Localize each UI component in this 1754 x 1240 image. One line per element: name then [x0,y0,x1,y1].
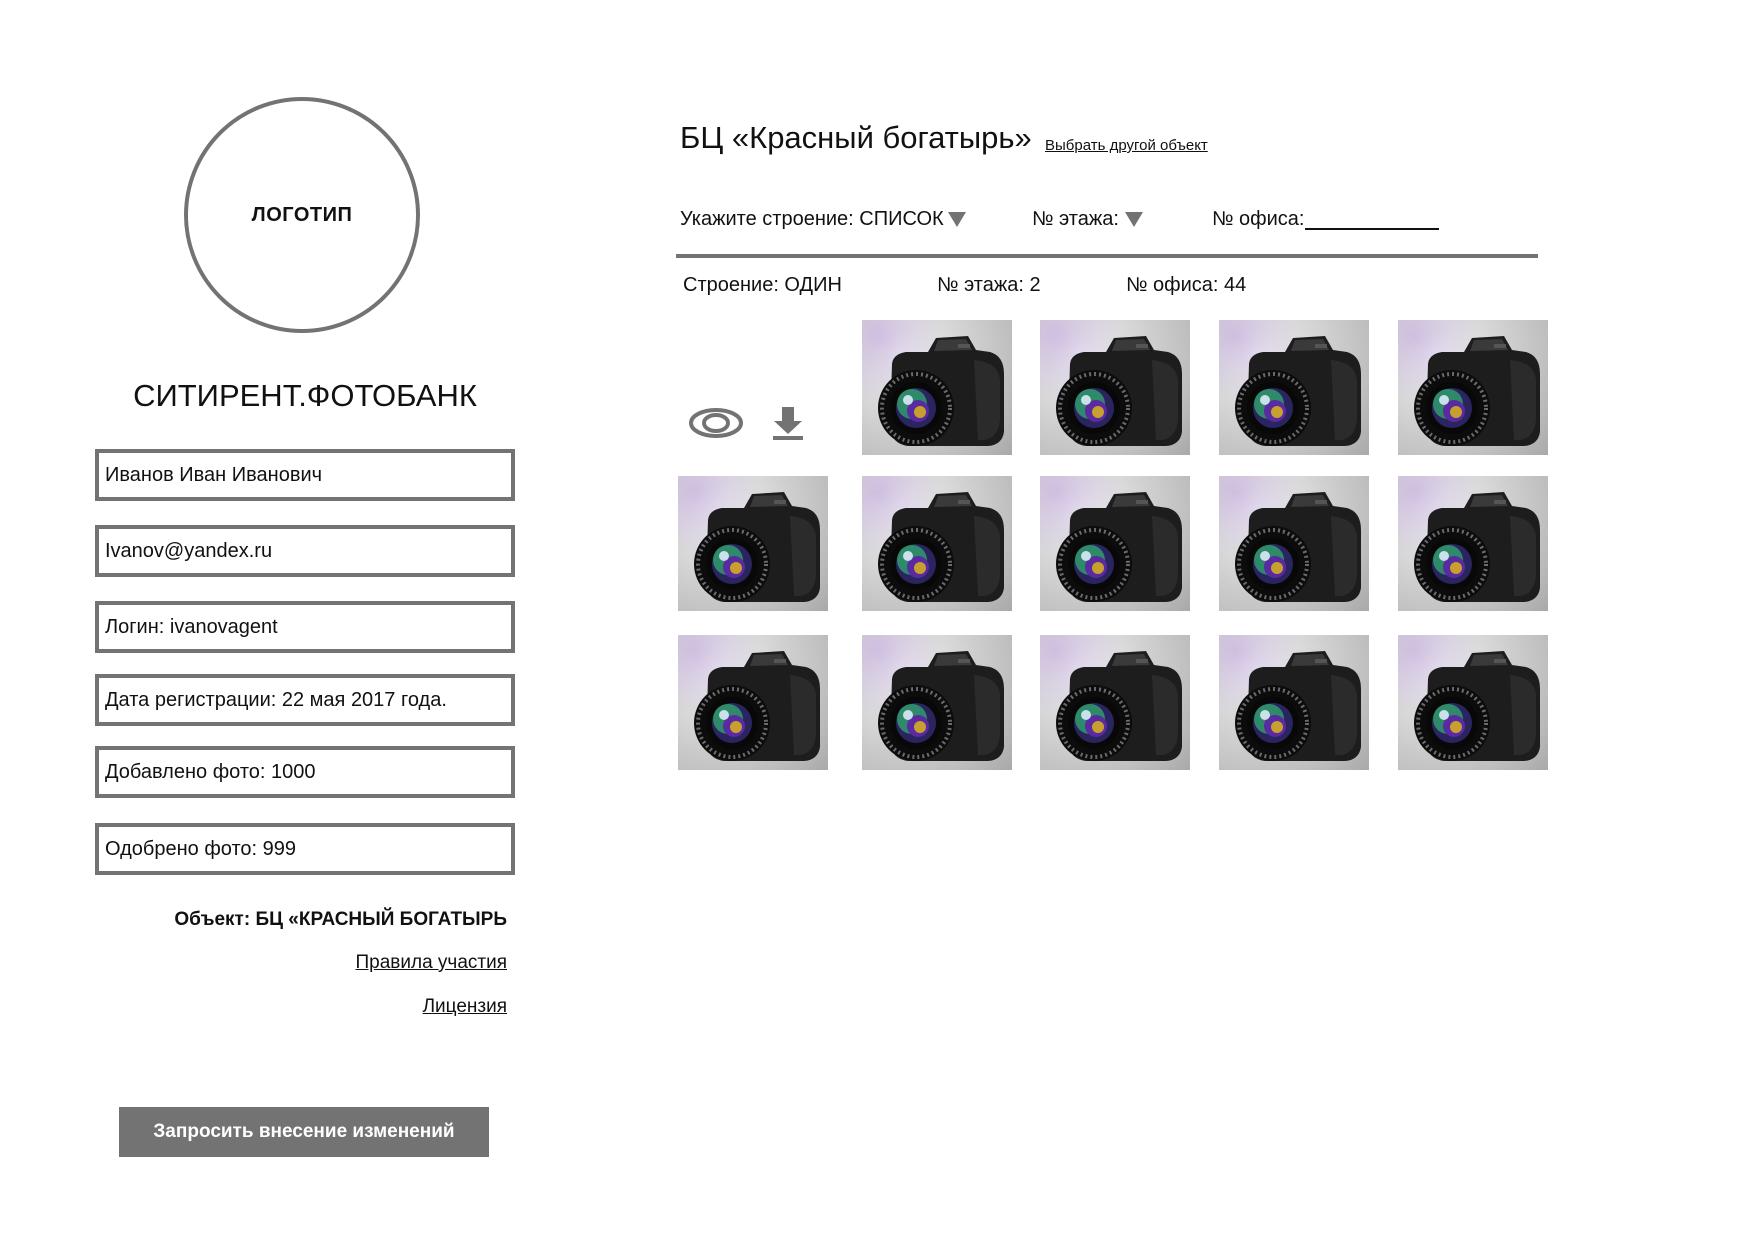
photo-thumbnail[interactable] [862,320,1012,455]
floor-dropdown-icon[interactable] [1124,212,1143,227]
logo: ЛОГОТИП [184,97,420,333]
camera-icon [1235,336,1361,446]
login-value: Логин: ivanovagent [105,615,278,638]
floor-filter-label: № этажа: [1032,208,1119,230]
photo-thumbnail[interactable] [862,635,1012,770]
photo-thumbnail[interactable] [1398,320,1548,455]
email-field: Ivanov@yandex.ru [95,525,515,577]
office-filter-label: № офиса: [1212,208,1305,230]
photo-thumbnail[interactable] [678,635,828,770]
rules-link[interactable]: Правила участия [95,952,508,974]
photo-thumbnail[interactable] [862,476,1012,611]
selected-floor: № этажа: 2 [937,274,1041,296]
request-changes-button[interactable]: Запросить внесение изменений [119,1107,489,1157]
camera-icon [1414,492,1540,602]
photo-thumbnail[interactable] [1040,320,1190,455]
camera-icon [1414,336,1540,446]
camera-icon [878,336,1004,446]
page-title: БЦ «Красный богатырь» [680,120,1032,155]
added-photos-value: Добавлено фото: 1000 [105,760,316,783]
building-filter[interactable]: Укажите строение: СПИСОК [680,208,966,231]
office-filter[interactable]: № офиса: [1212,208,1440,231]
full-name-value: Иванов Иван Иванович [105,463,323,486]
license-link[interactable]: Лицензия [95,996,507,1018]
photo-thumbnail[interactable] [1040,476,1190,611]
registration-date-field: Дата регистрации: 22 мая 2017 года. [95,674,515,726]
login-field: Логин: ivanovagent [95,601,515,653]
eye-icon[interactable] [688,406,744,440]
license-link-text[interactable]: Лицензия [423,996,507,1017]
current-object-label: Объект: БЦ «КРАСНЫЙ БОГАТЫРЬ [174,909,507,930]
camera-icon [878,492,1004,602]
selected-office: № офиса: 44 [1126,274,1247,296]
selected-building: Строение: ОДИН [683,274,842,296]
camera-icon [1235,651,1361,761]
email-value: Ivanov@yandex.ru [105,539,273,562]
full-name-field: Иванов Иван Иванович [95,449,515,501]
logo-text: ЛОГОТИП [251,203,353,226]
camera-icon [694,492,820,602]
added-photos-field: Добавлено фото: 1000 [95,746,515,798]
camera-icon [1056,492,1182,602]
photo-thumbnail[interactable] [678,476,828,611]
photo-thumbnail[interactable] [1219,320,1369,455]
photo-thumbnail[interactable] [1398,476,1548,611]
floor-filter[interactable]: № этажа: [1032,208,1143,231]
office-input[interactable] [1305,210,1440,230]
camera-icon [1235,492,1361,602]
brand-name: СИТИРЕНТ.ФОТОБАНК [133,378,477,413]
divider [676,254,1538,258]
change-object-link[interactable]: Выбрать другой объект [1045,137,1208,154]
approved-photos-field: Одобрено фото: 999 [95,823,515,875]
photo-thumbnail[interactable] [1040,635,1190,770]
building-filter-label: Укажите строение: СПИСОК [680,208,944,230]
camera-icon [694,651,820,761]
photo-thumbnail[interactable] [1219,476,1369,611]
photo-thumbnail[interactable] [1398,635,1548,770]
approved-photos-value: Одобрено фото: 999 [105,837,297,860]
camera-icon [1056,336,1182,446]
camera-icon [878,651,1004,761]
rules-link-text[interactable]: Правила участия [356,952,508,973]
camera-icon [1414,651,1540,761]
photo-thumbnail[interactable] [1219,635,1369,770]
download-icon[interactable] [770,405,806,441]
registration-date-value: Дата регистрации: 22 мая 2017 года. [105,688,447,711]
camera-icon [1056,651,1182,761]
building-dropdown-icon[interactable] [947,212,966,227]
